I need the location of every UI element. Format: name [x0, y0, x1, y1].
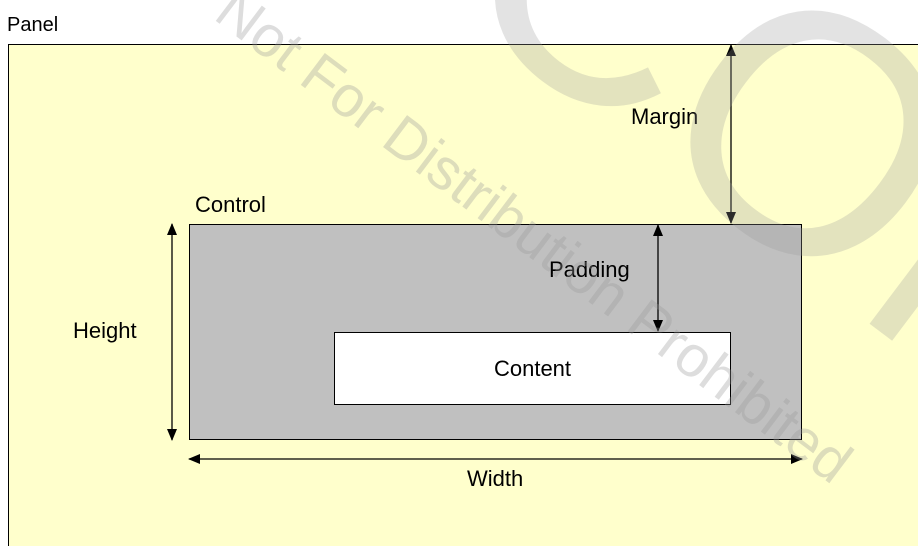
padding-label: Padding — [549, 257, 630, 282]
margin-label: Margin — [631, 104, 699, 129]
dimension-arrows — [167, 44, 803, 464]
height-label: Height — [73, 318, 137, 343]
width-label: Width — [467, 466, 524, 491]
